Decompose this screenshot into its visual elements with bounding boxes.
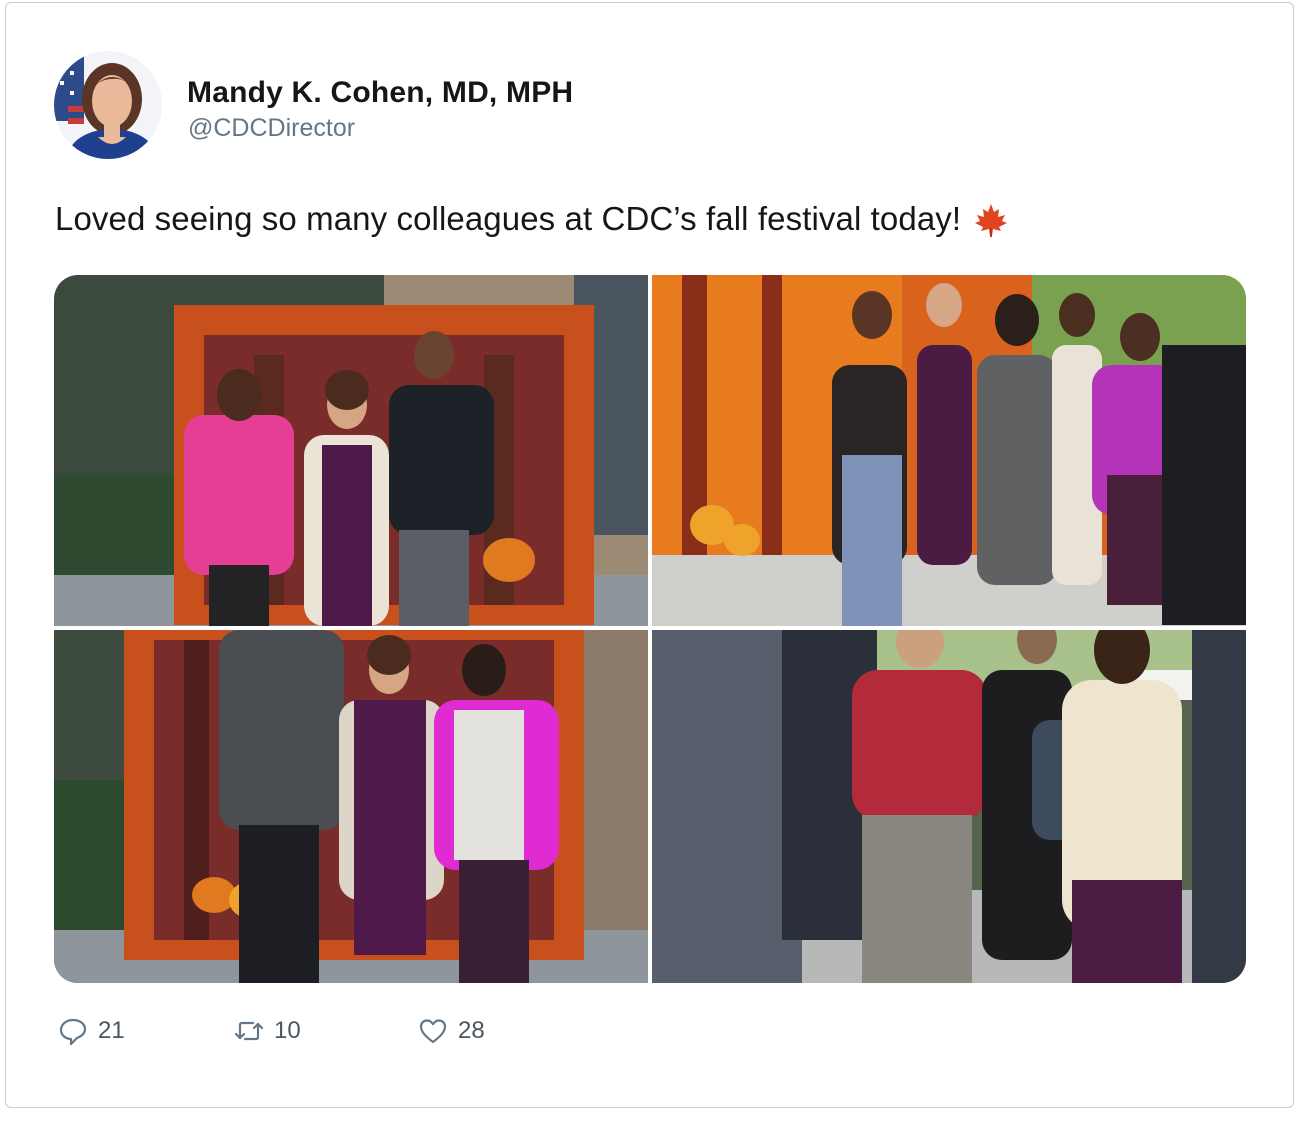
avatar[interactable] <box>54 51 162 159</box>
reply-icon <box>59 1018 87 1046</box>
photo-4[interactable] <box>652 630 1246 983</box>
reply-count: 21 <box>98 1017 125 1044</box>
media-grid <box>54 275 1246 983</box>
retweet-count: 10 <box>274 1017 301 1044</box>
heart-icon <box>419 1019 447 1044</box>
retweet-button[interactable]: 10 <box>234 1016 301 1046</box>
like-button[interactable]: 28 <box>418 1016 485 1046</box>
tweet-text: Loved seeing so many colleagues at CDC’s… <box>55 200 1009 238</box>
photo-2[interactable] <box>652 275 1246 626</box>
author-handle[interactable]: @CDCDirector <box>188 114 355 143</box>
retweet-icon <box>234 1021 264 1041</box>
photo-1[interactable] <box>54 275 648 626</box>
maple-leaf-icon <box>975 204 1008 237</box>
author-name[interactable]: Mandy K. Cohen, MD, MPH <box>187 76 573 110</box>
reply-button[interactable]: 21 <box>58 1016 125 1046</box>
photo-3[interactable] <box>54 630 648 983</box>
tweet-text-body: Loved seeing so many colleagues at CDC’s… <box>55 200 962 237</box>
like-count: 28 <box>458 1017 485 1044</box>
